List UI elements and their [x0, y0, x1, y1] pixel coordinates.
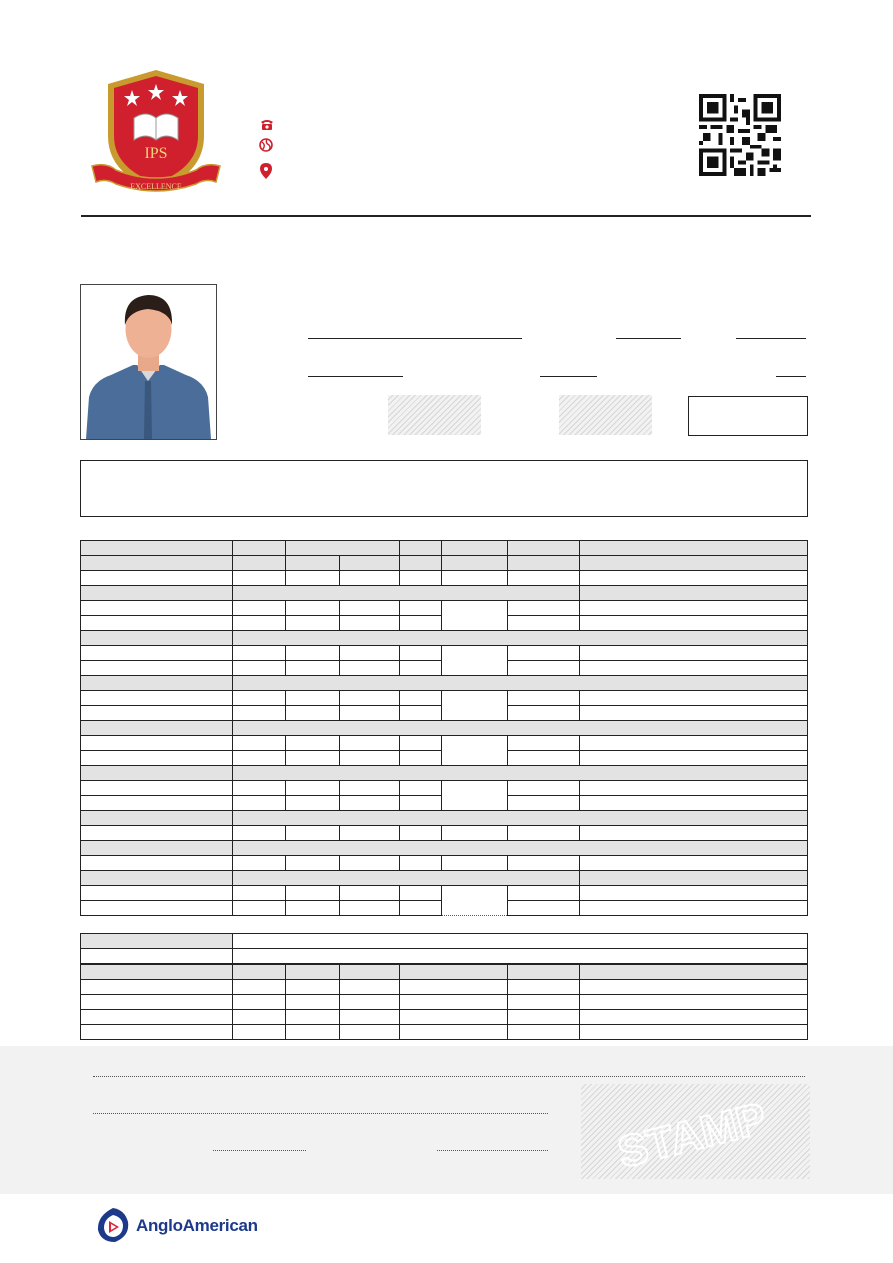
section-row: [80, 810, 808, 826]
signature-box-1: [388, 395, 481, 435]
table-row: [80, 855, 808, 871]
grades-table: [80, 540, 808, 916]
section-row: [80, 720, 808, 736]
section-row: [80, 840, 808, 856]
anglo-american-logo-icon: [97, 1208, 129, 1242]
section-row: [80, 765, 808, 781]
footer-line-3: [213, 1150, 306, 1151]
table-row: [80, 600, 808, 631]
section-row: [80, 585, 808, 601]
stamp-watermark: STAMP: [612, 1093, 772, 1179]
stamp-text: STAMP: [613, 1094, 771, 1178]
table-row: [80, 1009, 809, 1025]
summary-table: [80, 933, 809, 1040]
stamp-area: STAMP: [581, 1084, 810, 1179]
summary-header-row: [80, 963, 809, 980]
location-pin-icon: [260, 163, 272, 179]
footer-line-1: [93, 1076, 805, 1077]
globe-icon: [259, 138, 273, 152]
summary-row: [80, 948, 809, 965]
section-row: [80, 675, 808, 691]
section-row: [80, 630, 808, 646]
logo-motto: EXCELLENCE: [130, 182, 182, 191]
section-row: [80, 870, 808, 886]
school-crest-logo: IPS EXCELLENCE: [91, 70, 221, 192]
table-row: [80, 885, 808, 916]
footer-line-2: [93, 1113, 548, 1114]
name-field-line: [308, 338, 522, 339]
summary-row: [80, 933, 809, 949]
table-row: [80, 735, 808, 766]
phone-icon: [261, 120, 273, 130]
applicant-photo: [81, 285, 216, 439]
brand-name: AngloAmerican: [136, 1216, 258, 1235]
table-row: [80, 1024, 809, 1040]
qr-code: [699, 94, 781, 176]
table-row: [80, 979, 809, 995]
remarks-box: [80, 460, 808, 517]
photo-frame: [80, 284, 217, 440]
footer-line-4: [437, 1150, 548, 1151]
signature-box-2: [559, 395, 652, 435]
header-divider: [81, 215, 811, 217]
table-row: [80, 645, 808, 676]
table-row: [80, 825, 808, 841]
id-box: [688, 396, 808, 436]
table-row: [80, 570, 808, 586]
table-row: [80, 690, 808, 721]
table-row: [80, 780, 808, 811]
table-row: [80, 555, 808, 571]
field-line-4: [308, 376, 403, 377]
field-line-6: [776, 376, 806, 377]
table-header-row: [80, 540, 808, 556]
field-line-2: [616, 338, 681, 339]
logo-initials: IPS: [144, 145, 167, 162]
field-line-3: [736, 338, 806, 339]
field-line-5: [540, 376, 597, 377]
table-row: [80, 994, 809, 1010]
